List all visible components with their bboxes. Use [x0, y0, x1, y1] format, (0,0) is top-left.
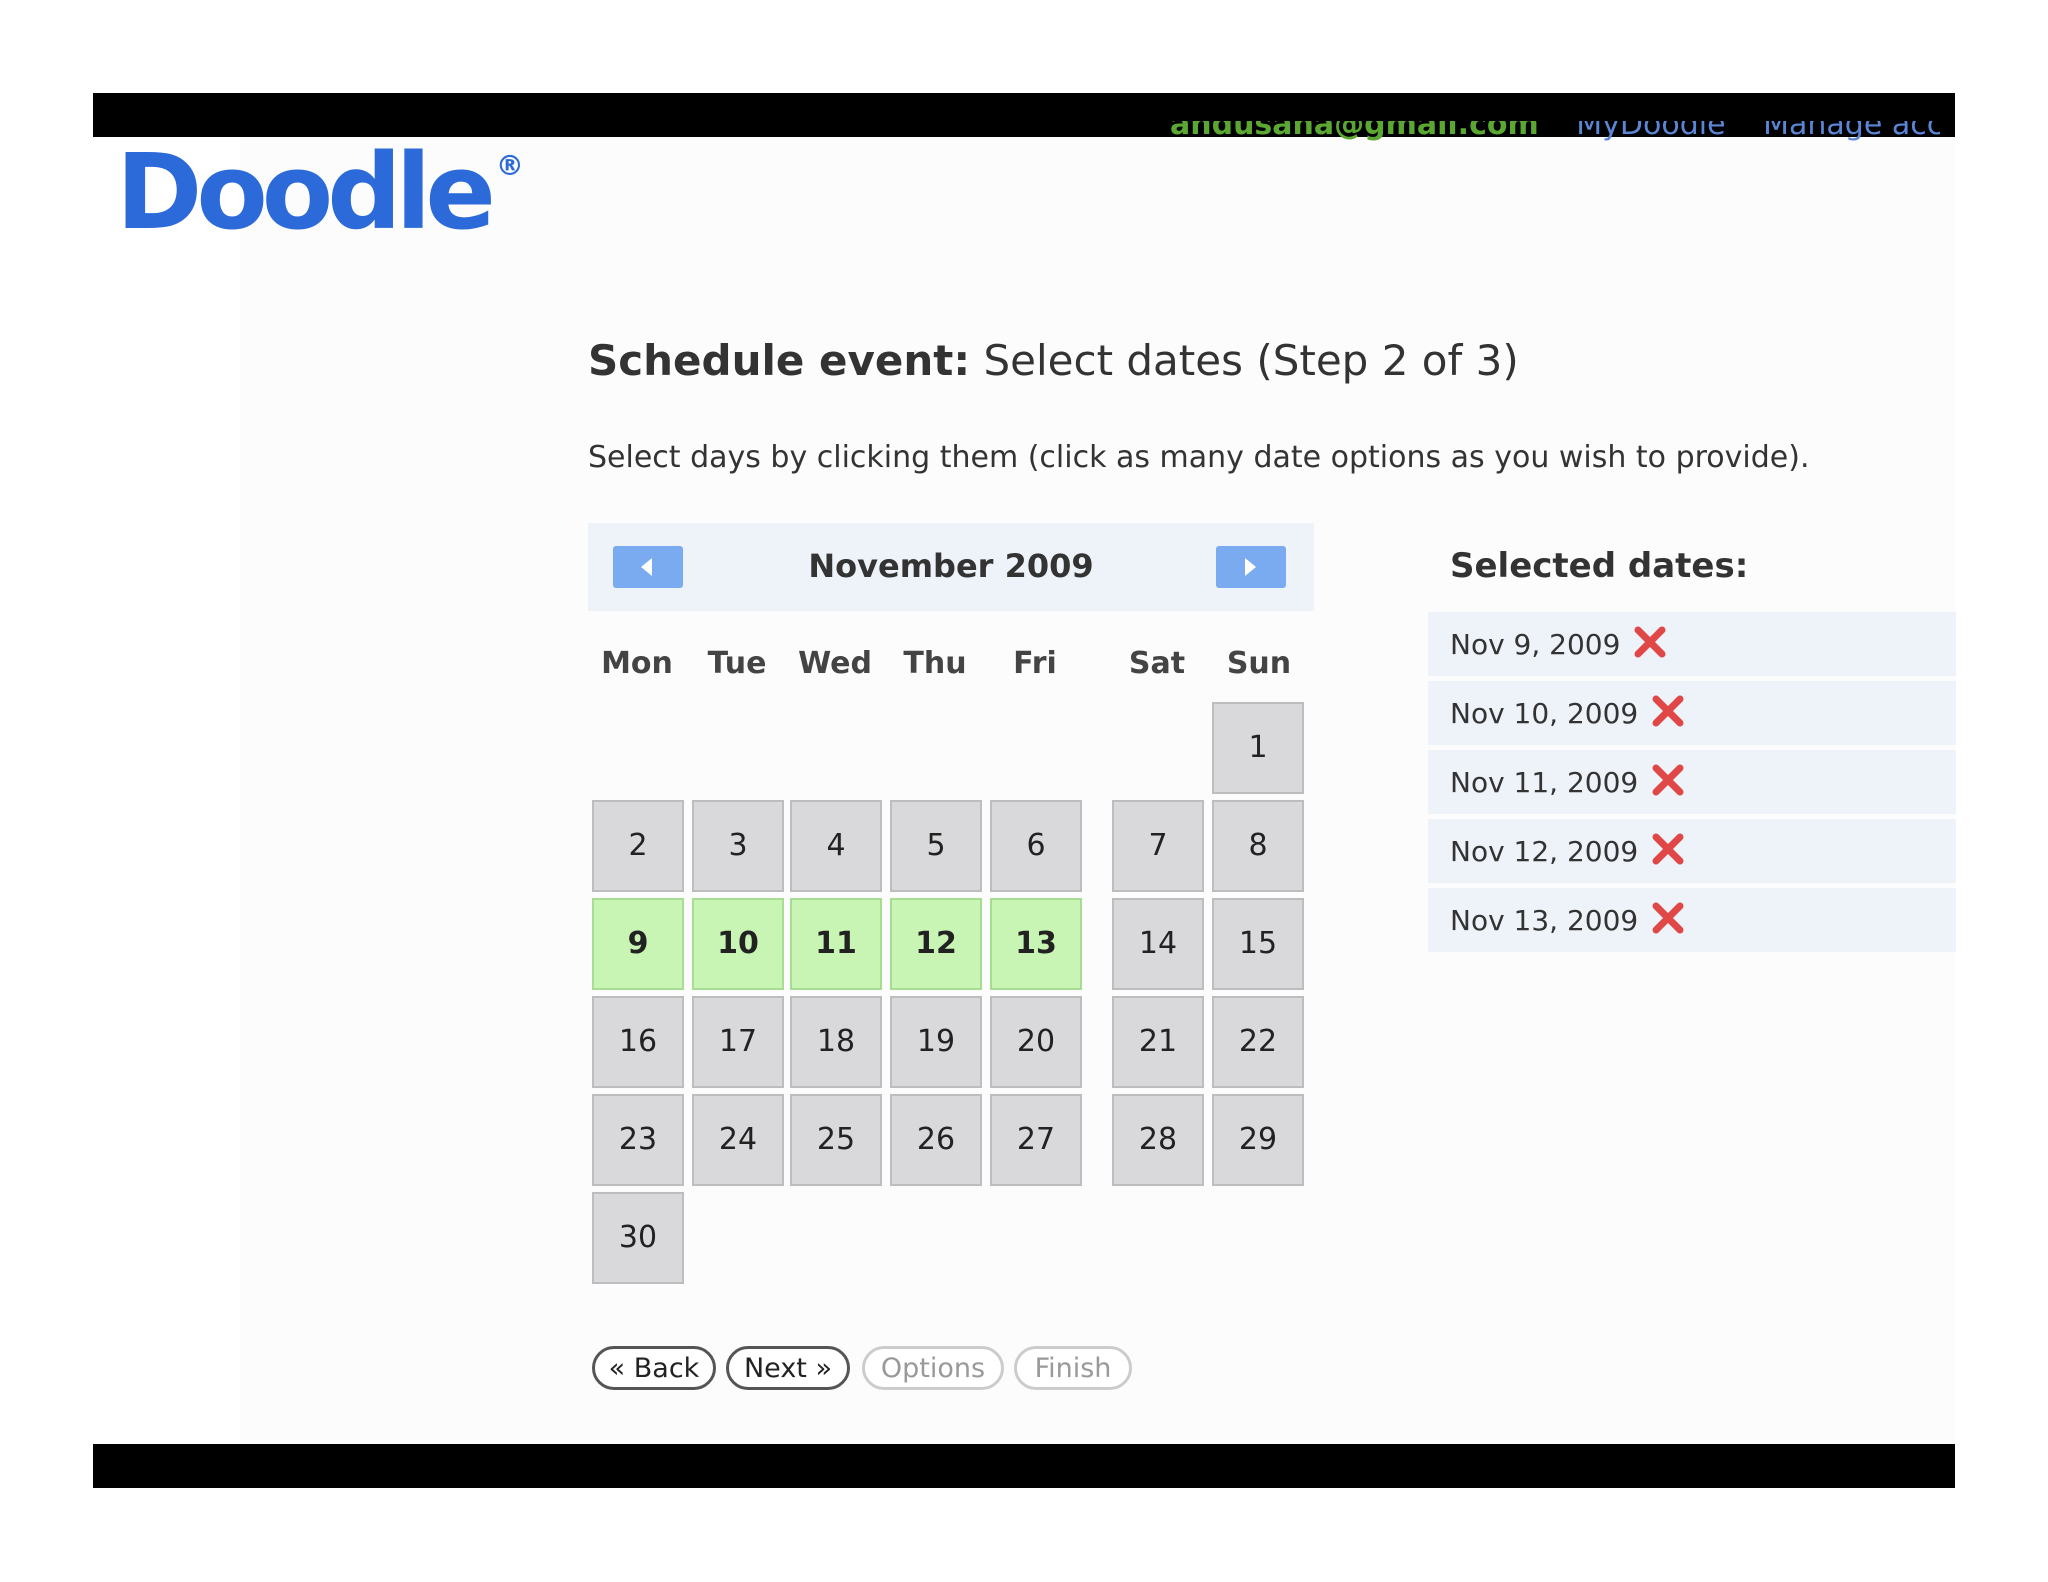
selected-date-label: Nov 11, 2009 [1450, 766, 1639, 799]
page-title: Schedule event: Select dates (Step 2 of … [588, 336, 1519, 385]
selected-date-label: Nov 13, 2009 [1450, 904, 1639, 937]
selected-dates-title: Selected dates: [1450, 546, 1749, 586]
weekday-thu: Thu [903, 646, 967, 681]
calendar-day[interactable]: 2 [592, 800, 684, 892]
calendar-day[interactable]: 27 [990, 1094, 1082, 1186]
selected-date-label: Nov 10, 2009 [1450, 697, 1639, 730]
calendar-day[interactable]: 23 [592, 1094, 684, 1186]
letterbox-bar-bottom [93, 1444, 1955, 1488]
selected-date-row: Nov 13, 2009 [1428, 888, 1956, 952]
calendar-day[interactable]: 6 [990, 800, 1082, 892]
weekday-tue: Tue [707, 646, 767, 681]
calendar-day[interactable]: 8 [1212, 800, 1304, 892]
selected-date-row: Nov 11, 2009 [1428, 750, 1956, 814]
calendar-day[interactable]: 7 [1112, 800, 1204, 892]
calendar-day[interactable]: 4 [790, 800, 882, 892]
calendar-day-selected[interactable]: 12 [890, 898, 982, 990]
calendar-day-selected[interactable]: 13 [990, 898, 1082, 990]
weekday-fri: Fri [1013, 646, 1057, 681]
options-button[interactable]: Options [862, 1346, 1004, 1390]
calendar-day[interactable]: 14 [1112, 898, 1204, 990]
weekday-mon: Mon [601, 646, 673, 681]
calendar-day[interactable]: 19 [890, 996, 982, 1088]
calendar-day[interactable]: 22 [1212, 996, 1304, 1088]
weekday-sun: Sun [1226, 646, 1292, 681]
remove-date-icon[interactable] [1652, 764, 1684, 803]
manage-account-link[interactable]: Manage account [1763, 121, 1940, 142]
calendar-day-selected[interactable]: 9 [592, 898, 684, 990]
page-title-rest: Select dates (Step 2 of 3) [970, 336, 1519, 385]
selected-date-row: Nov 10, 2009 [1428, 681, 1956, 745]
selected-date-row: Nov 12, 2009 [1428, 819, 1956, 883]
calendar-day[interactable]: 21 [1112, 996, 1204, 1088]
next-month-button[interactable] [1216, 546, 1286, 588]
remove-date-icon[interactable] [1652, 902, 1684, 941]
calendar-day[interactable]: 15 [1212, 898, 1304, 990]
remove-date-icon[interactable] [1652, 833, 1684, 872]
calendar-day[interactable]: 5 [890, 800, 982, 892]
calendar-day[interactable]: 18 [790, 996, 882, 1088]
calendar-day[interactable]: 24 [692, 1094, 784, 1186]
calendar-day[interactable]: 20 [990, 996, 1082, 1088]
selected-date-row: Nov 9, 2009 [1428, 612, 1956, 676]
page-title-bold: Schedule event: [588, 336, 971, 385]
calendar-day[interactable]: 29 [1212, 1094, 1304, 1186]
finish-button[interactable]: Finish [1014, 1346, 1132, 1390]
calendar-day-selected[interactable]: 11 [790, 898, 882, 990]
mydoodle-link[interactable]: MyDoodle [1576, 121, 1725, 142]
back-button[interactable]: « Back [592, 1346, 716, 1390]
calendar-header: November 2009 [588, 523, 1314, 611]
calendar-day[interactable]: 17 [692, 996, 784, 1088]
logo-text: Doodle [116, 131, 496, 253]
month-label: November 2009 [808, 547, 1094, 585]
header-links: andusana@gmail.com MyDoodle Manage accou… [1170, 121, 1940, 145]
weekday-sat: Sat [1128, 646, 1186, 681]
doodle-logo[interactable]: Doodle ® [116, 140, 524, 244]
calendar-day[interactable]: 30 [592, 1192, 684, 1284]
calendar-day[interactable]: 26 [890, 1094, 982, 1186]
calendar-day[interactable]: 28 [1112, 1094, 1204, 1186]
instructions-text: Select days by clicking them (click as m… [588, 440, 1810, 475]
user-email: andusana@gmail.com [1170, 121, 1539, 142]
calendar-day-selected[interactable]: 10 [692, 898, 784, 990]
calendar-day[interactable]: 25 [790, 1094, 882, 1186]
chevron-right-icon [1245, 558, 1256, 576]
weekday-wed: Wed [798, 646, 872, 681]
selected-date-label: Nov 9, 2009 [1450, 628, 1621, 661]
registered-mark: ® [495, 149, 524, 182]
remove-date-icon[interactable] [1634, 626, 1666, 665]
calendar-day[interactable]: 3 [692, 800, 784, 892]
selected-date-label: Nov 12, 2009 [1450, 835, 1639, 868]
remove-date-icon[interactable] [1652, 695, 1684, 734]
calendar-day[interactable]: 1 [1212, 702, 1304, 794]
next-button[interactable]: Next » [726, 1346, 850, 1390]
calendar-day[interactable]: 16 [592, 996, 684, 1088]
